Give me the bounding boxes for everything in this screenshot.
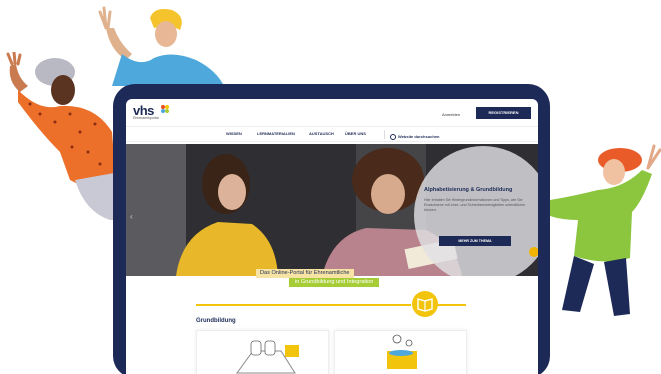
slider-prev-icon[interactable]: ‹ (130, 212, 133, 221)
hero-title: Alphabetisierung & Grundbildung (424, 187, 513, 193)
search-icon (390, 134, 396, 140)
promo-illustration: vhs Ehrenamtsportal Anmelden REGISTRIERE… (0, 0, 661, 374)
card-illustration (236, 340, 299, 374)
more-about-topic-button[interactable]: MEHR ZUM THEMA (439, 236, 511, 246)
hero-slider[interactable]: Alphabetisierung & Grundbildung Hier erh… (126, 144, 538, 276)
tagline-line-1: Das Online-Portal für Ehrenamtliche (256, 269, 354, 278)
logo-subtitle: Ehrenamtsportal (133, 116, 159, 120)
person-blue-top-illustration (98, 6, 224, 86)
website-screen: vhs Ehrenamtsportal Anmelden REGISTRIERE… (126, 99, 538, 374)
slider-next-icon[interactable] (529, 247, 538, 257)
section-title: Grundbildung (196, 318, 236, 324)
topic-card[interactable] (196, 330, 329, 374)
site-header: vhs Ehrenamtsportal Anmelden REGISTRIERE… (126, 99, 538, 125)
book-icon (412, 291, 438, 317)
nav-item-wissen[interactable]: WISSEN (226, 131, 242, 136)
nav-item-austausch[interactable]: AUSTAUSCH (309, 131, 334, 136)
hero-text: Hier erhalten Sie Hintergrundinformation… (424, 198, 526, 212)
nav-item-lernmaterialien[interactable]: LERNMATERIALIEN (257, 131, 295, 136)
card-illustration (387, 334, 417, 369)
tagline-line-2: in Grundbildung und Integration (289, 278, 380, 287)
search-placeholder: Website durchsuchen (398, 134, 440, 139)
search-input[interactable]: Website durchsuchen (384, 130, 504, 140)
section-divider (436, 304, 466, 306)
section-divider (196, 304, 411, 306)
topic-card[interactable] (334, 330, 467, 374)
register-button[interactable]: REGISTRIEREN (476, 107, 531, 119)
main-navigation: WISSEN LERNMATERIALIEN AUSTAUSCH ÜBER UN… (126, 126, 538, 142)
person-green-top-illustration (550, 144, 661, 316)
vhs-logo-dots-icon (161, 105, 169, 113)
login-link[interactable]: Anmelden (442, 112, 460, 117)
nav-item-ueber-uns[interactable]: ÜBER UNS (345, 131, 366, 136)
